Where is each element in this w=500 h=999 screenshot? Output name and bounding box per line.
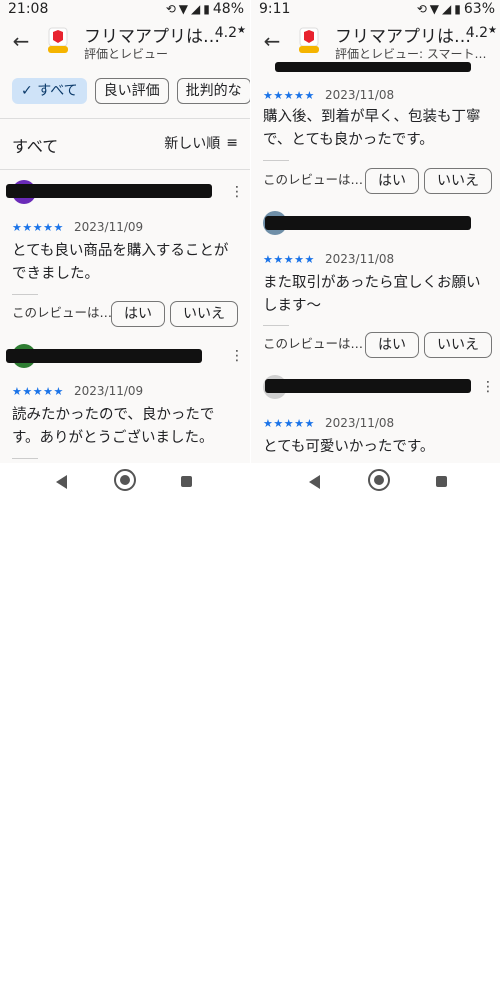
divider xyxy=(263,325,289,326)
review-text: また取引があったら宜しくお願いします〜 xyxy=(263,275,481,314)
review-date: 2023/11/08 xyxy=(325,88,395,102)
back-arrow-icon[interactable]: ← xyxy=(8,28,34,54)
chip-critical[interactable]: 批判的な xyxy=(176,78,250,104)
star-rating: ★★★★★ xyxy=(263,417,315,430)
signal-icon: ◢ xyxy=(191,2,201,16)
helpful-no-button[interactable]: いいえ xyxy=(424,168,492,194)
signal-icon: ◢ xyxy=(442,2,452,16)
app-title: フリマアプリは… xyxy=(84,27,220,47)
chip-all[interactable]: ✓ すべて xyxy=(12,78,87,104)
redacted-username xyxy=(6,349,202,363)
redacted-username xyxy=(6,184,212,198)
status-bar: 9:11 ⟲ ▼ ◢ ▮ 63% xyxy=(251,0,500,20)
nav-home-icon[interactable] xyxy=(114,469,136,491)
redacted-username xyxy=(265,216,471,230)
app-bar: ← フリマアプリは… 4.2★ 評価とレビュー: スマート… xyxy=(251,20,500,66)
sort-bar: すべて 新しい順 ≡ xyxy=(0,118,250,170)
helpful-no-button[interactable]: いいえ xyxy=(170,301,238,327)
chip-positive[interactable]: 良い評価 xyxy=(94,78,169,104)
app-title: フリマアプリは… xyxy=(335,27,471,47)
sort-order-label: 新しい順 xyxy=(164,136,221,152)
review-text: とても良い商品を購入することができました。 xyxy=(12,243,229,282)
review-text: 購入後、到着が早く、包装も丁寧で、とても良かったです。 xyxy=(263,109,481,148)
app-subtitle: 評価とレビュー: スマート… xyxy=(335,47,487,61)
helpful-question: このレビューは… xyxy=(263,172,364,187)
divider xyxy=(263,160,289,161)
sort-icon: ≡ xyxy=(226,135,238,151)
nav-recents-icon[interactable] xyxy=(436,476,447,487)
review-date: 2023/11/08 xyxy=(325,416,395,430)
app-bar: ← フリマアプリは… 4.2★ 評価とレビュー xyxy=(0,20,250,66)
more-options-icon[interactable]: ⋮ xyxy=(230,348,244,364)
app-rating: 4.2★ xyxy=(214,25,246,41)
helpful-yes-button[interactable]: はい xyxy=(365,168,419,194)
right-screenshot: 9:11 ⟲ ▼ ◢ ▮ 63% ← フリマアプリは… 4.2★ 評価とレビュー… xyxy=(251,0,500,463)
nav-back-icon[interactable] xyxy=(56,475,67,489)
helpful-question: このレビューは… xyxy=(263,336,364,351)
app-rating: 4.2★ xyxy=(465,25,497,41)
star-rating: ★★★★★ xyxy=(263,253,315,266)
nav-recents-icon[interactable] xyxy=(181,476,192,487)
review-text: 読みたかったので、良かったです。ありがとうございました。 xyxy=(12,407,215,446)
more-options-icon[interactable]: ⋮ xyxy=(230,184,244,200)
app-subtitle: 評価とレビュー xyxy=(84,47,169,61)
battery-icon: ▮ xyxy=(454,2,461,16)
rotate-icon: ⟲ xyxy=(416,2,427,16)
check-icon: ✓ xyxy=(21,83,33,99)
star-rating: ★★★★★ xyxy=(12,221,64,234)
status-time: 21:08 xyxy=(8,1,49,17)
battery-percent: 63% xyxy=(463,1,495,17)
review-text: とても可愛いかったです。 xyxy=(263,439,435,455)
filter-label: すべて xyxy=(12,137,59,156)
app-icon xyxy=(48,27,68,53)
rating-star-icon: ★ xyxy=(488,25,497,36)
nav-back-icon[interactable] xyxy=(309,475,320,489)
sort-button[interactable]: 新しい順 ≡ xyxy=(164,133,238,153)
nav-home-icon[interactable] xyxy=(368,469,390,491)
review-date: 2023/11/08 xyxy=(325,252,395,266)
status-icons: ⟲ ▼ ◢ ▮ 63% xyxy=(417,1,495,17)
left-navigation-bar xyxy=(0,465,500,501)
more-options-icon[interactable]: ⋮ xyxy=(481,379,495,395)
battery-icon: ▮ xyxy=(203,2,210,16)
wifi-icon: ▼ xyxy=(429,2,440,16)
review-date: 2023/11/09 xyxy=(74,220,144,234)
star-rating: ★★★★★ xyxy=(263,89,315,102)
rating-star-icon: ★ xyxy=(237,25,246,36)
helpful-question: このレビューは… xyxy=(12,305,113,320)
star-rating: ★★★★★ xyxy=(12,385,64,398)
helpful-no-button[interactable]: いいえ xyxy=(424,332,492,358)
left-screenshot: 21:08 ⟲ ▼ ◢ ▮ 48% ← フリマアプリは… 4.2★ 評価とレビュ… xyxy=(0,0,250,463)
redacted-username xyxy=(265,379,471,393)
status-time: 9:11 xyxy=(259,1,291,17)
divider xyxy=(12,294,38,295)
helpful-yes-button[interactable]: はい xyxy=(365,332,419,358)
status-icons: ⟲ ▼ ◢ ▮ 48% xyxy=(166,1,244,17)
back-arrow-icon[interactable]: ← xyxy=(259,28,285,54)
rotate-icon: ⟲ xyxy=(165,2,176,16)
filter-chips: ✓ すべて 良い評価 批判的な xyxy=(12,78,250,104)
helpful-yes-button[interactable]: はい xyxy=(111,301,165,327)
battery-percent: 48% xyxy=(212,1,244,17)
status-bar: 21:08 ⟲ ▼ ◢ ▮ 48% xyxy=(0,0,250,20)
wifi-icon: ▼ xyxy=(178,2,189,16)
review-date: 2023/11/09 xyxy=(74,384,144,398)
divider xyxy=(12,458,38,459)
app-icon xyxy=(299,27,319,53)
redacted-username xyxy=(275,62,471,72)
